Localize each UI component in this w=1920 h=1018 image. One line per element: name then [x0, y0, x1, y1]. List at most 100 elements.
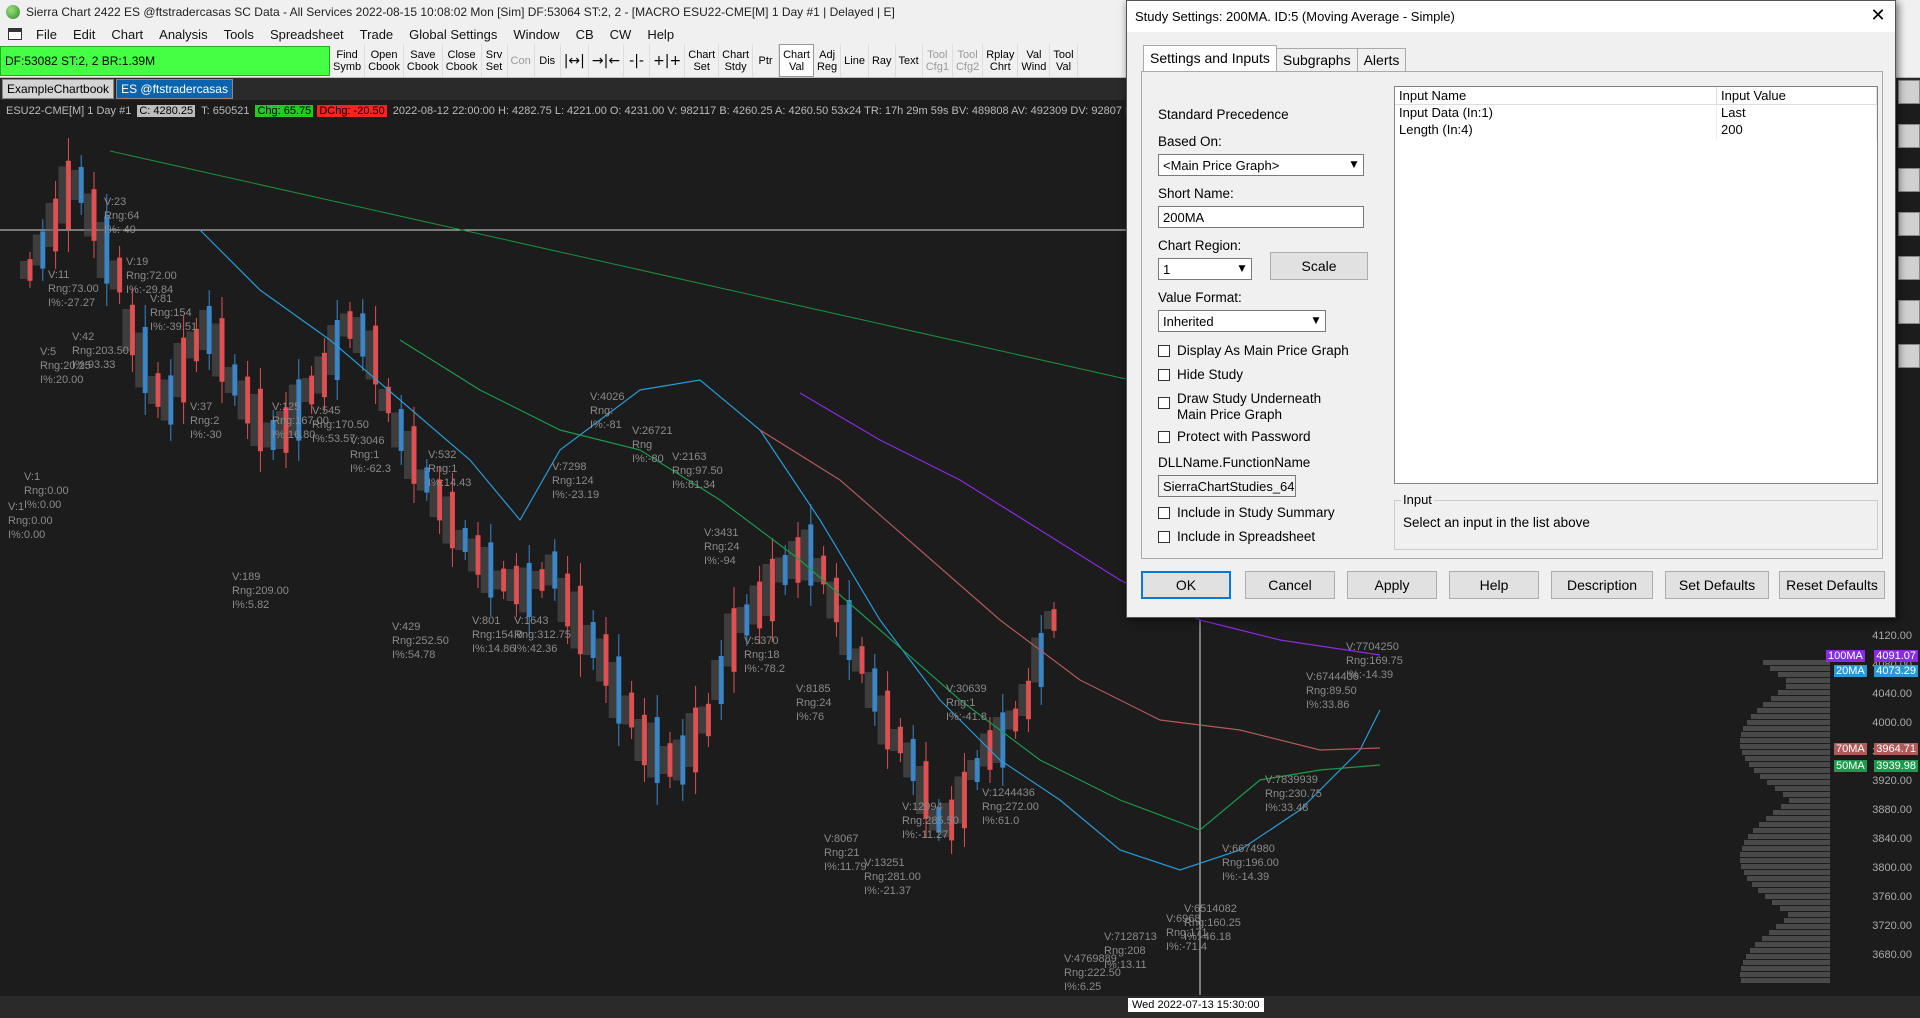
ray-tool-button[interactable]: Ray	[869, 44, 896, 77]
bar-stats-label: V:1244436 Rng:272.00 I%:61.0	[982, 787, 1039, 827]
edge-button[interactable]	[1898, 124, 1920, 148]
edge-button[interactable]	[1898, 300, 1920, 324]
inputs-table[interactable]: Input Name Input Value Input Data (In:1)…	[1394, 86, 1878, 484]
chart-settings-button[interactable]: Chart Set	[685, 44, 720, 77]
volume-profile-bar	[1752, 882, 1830, 887]
values-window-button[interactable]: Val Wind	[1018, 44, 1051, 77]
table-row[interactable]: Input Data (In:1) Last	[1395, 105, 1877, 122]
menu-cw[interactable]: CW	[602, 27, 640, 42]
disconnect-button[interactable]: Dis	[535, 44, 561, 77]
input-value-cell[interactable]: 200	[1717, 122, 1877, 139]
include-in-spreadsheet-checkbox[interactable]: Include in Spreadsheet	[1158, 529, 1315, 544]
pointer-tool-button[interactable]: Ptr	[753, 44, 780, 77]
tab-alerts[interactable]: Alerts	[1356, 48, 1407, 71]
candle-body	[885, 690, 891, 750]
menu-help[interactable]: Help	[639, 27, 682, 42]
help-button[interactable]: Help	[1449, 571, 1539, 599]
volume-profile	[762, 564, 771, 616]
edge-button[interactable]	[1898, 168, 1920, 192]
zoom-in-horizontal-icon[interactable]: →|←	[589, 44, 625, 77]
volume-profile	[724, 613, 732, 667]
include-in-study-summary-checkbox[interactable]: Include in Study Summary	[1158, 505, 1335, 520]
volume-profile	[212, 323, 220, 377]
column-header-input-value[interactable]: Input Value	[1717, 87, 1877, 104]
close-chartbook-button[interactable]: Close Cbook	[443, 44, 482, 77]
candle-body	[680, 735, 686, 785]
save-chartbook-button[interactable]: Save Cbook	[404, 44, 443, 77]
system-menu-icon[interactable]	[8, 28, 22, 40]
volume-profile	[314, 356, 323, 394]
volume-profile	[327, 325, 336, 375]
menu-spreadsheet[interactable]: Spreadsheet	[262, 27, 352, 42]
short-name-input[interactable]: 200MA	[1158, 206, 1364, 228]
chart-values-tool-button[interactable]: Chart Val	[779, 44, 814, 77]
reset-defaults-button[interactable]: Reset Defaults	[1779, 571, 1885, 599]
bar-stats-label: V:42 Rng:203.50 I%:93.33	[72, 331, 129, 371]
zoom-out-horizontal-icon[interactable]: |↔|	[561, 44, 589, 77]
protect-with-password-checkbox[interactable]: Protect with Password	[1158, 429, 1311, 444]
apply-button[interactable]: Apply	[1347, 571, 1437, 599]
candle-body	[718, 656, 724, 704]
connect-button[interactable]: Con	[508, 44, 535, 77]
menu-global-settings[interactable]: Global Settings	[401, 27, 505, 42]
menu-analysis[interactable]: Analysis	[151, 27, 215, 42]
volume-profile	[736, 607, 745, 633]
tab-example-chartbook[interactable]: ExampleChartbook	[2, 79, 115, 99]
volume-profile-bar	[1788, 912, 1830, 917]
table-row[interactable]: Length (In:4) 200	[1395, 122, 1877, 139]
edge-button[interactable]	[1898, 344, 1920, 368]
find-symbol-button[interactable]: Find Symb	[330, 44, 366, 77]
tab-subgraphs[interactable]: Subgraphs	[1275, 48, 1358, 71]
menu-window[interactable]: Window	[505, 27, 567, 42]
chart-studies-button[interactable]: Chart Stdy	[719, 44, 754, 77]
decrease-bar-spacing-icon[interactable]: -|-	[624, 44, 651, 77]
hide-study-checkbox[interactable]: Hide Study	[1158, 367, 1243, 382]
input-value-cell[interactable]: Last	[1717, 105, 1877, 122]
column-header-input-name[interactable]: Input Name	[1395, 87, 1717, 104]
based-on-select[interactable]: <Main Price Graph> ▼	[1158, 154, 1364, 176]
cursor-time-label: Wed 2022-07-13 15:30:00	[1128, 998, 1264, 1012]
increase-bar-spacing-icon[interactable]: +|+	[650, 44, 686, 77]
tool-config2-button[interactable]: Tool Cfg2	[953, 44, 984, 77]
close-icon[interactable]: ✕	[1867, 5, 1889, 26]
chart-region-select[interactable]: 1 ▼	[1158, 258, 1252, 280]
description-button[interactable]: Description	[1551, 571, 1653, 599]
tool-config1-button[interactable]: Tool Cfg1	[923, 44, 953, 77]
volume-profile	[967, 760, 976, 780]
open-chartbook-button[interactable]: Open Cbook	[365, 44, 404, 77]
text-tool-button[interactable]: Text	[896, 44, 923, 77]
value-format-select[interactable]: Inherited ▼	[1158, 310, 1326, 332]
edge-button[interactable]	[1898, 80, 1920, 104]
adjust-region-button[interactable]: Adj Reg	[814, 44, 842, 77]
time-axis[interactable]: Wed 2022-07-13 15:30:00	[0, 996, 1920, 1018]
checkbox-box	[1158, 531, 1170, 543]
edge-button[interactable]	[1898, 256, 1920, 280]
trend-line[interactable]	[109, 150, 1127, 380]
volume-profile	[58, 166, 67, 224]
display-as-main-price-graph-checkbox[interactable]: Display As Main Price Graph	[1158, 343, 1349, 358]
price-tick-label: 3680.00	[1872, 949, 1912, 961]
menu-trade[interactable]: Trade	[352, 27, 401, 42]
set-defaults-button[interactable]: Set Defaults	[1665, 571, 1769, 599]
menu-edit[interactable]: Edit	[65, 27, 103, 42]
menu-chart[interactable]: Chart	[103, 27, 151, 42]
chevron-down-icon: ▼	[1312, 316, 1320, 326]
tab-es-chartbook[interactable]: ES @ftstradercasas	[116, 79, 233, 99]
tab-settings-and-inputs[interactable]: Settings and Inputs	[1143, 45, 1277, 71]
ok-button[interactable]: OK	[1141, 571, 1231, 599]
scale-button[interactable]: Scale	[1270, 252, 1368, 280]
cancel-button[interactable]: Cancel	[1245, 571, 1335, 599]
server-settings-button[interactable]: Srv Set	[482, 44, 508, 77]
replay-chart-button[interactable]: Rplay Chrt	[983, 44, 1019, 77]
menu-tools[interactable]: Tools	[216, 27, 262, 42]
menu-file[interactable]: File	[28, 27, 65, 42]
line-tool-button[interactable]: Line	[841, 44, 869, 77]
edge-button[interactable]	[1898, 212, 1920, 236]
volume-profile	[32, 234, 41, 266]
input-group-hint: Select an input in the list above	[1403, 515, 1590, 530]
sierra-chart-app-icon	[6, 5, 20, 19]
draw-study-underneath-checkbox[interactable]: Draw Study Underneath Main Price Graph	[1158, 391, 1321, 423]
tool-values-button[interactable]: Tool Val	[1050, 44, 1078, 77]
menu-cb[interactable]: CB	[568, 27, 602, 42]
volume-profile	[660, 746, 668, 774]
